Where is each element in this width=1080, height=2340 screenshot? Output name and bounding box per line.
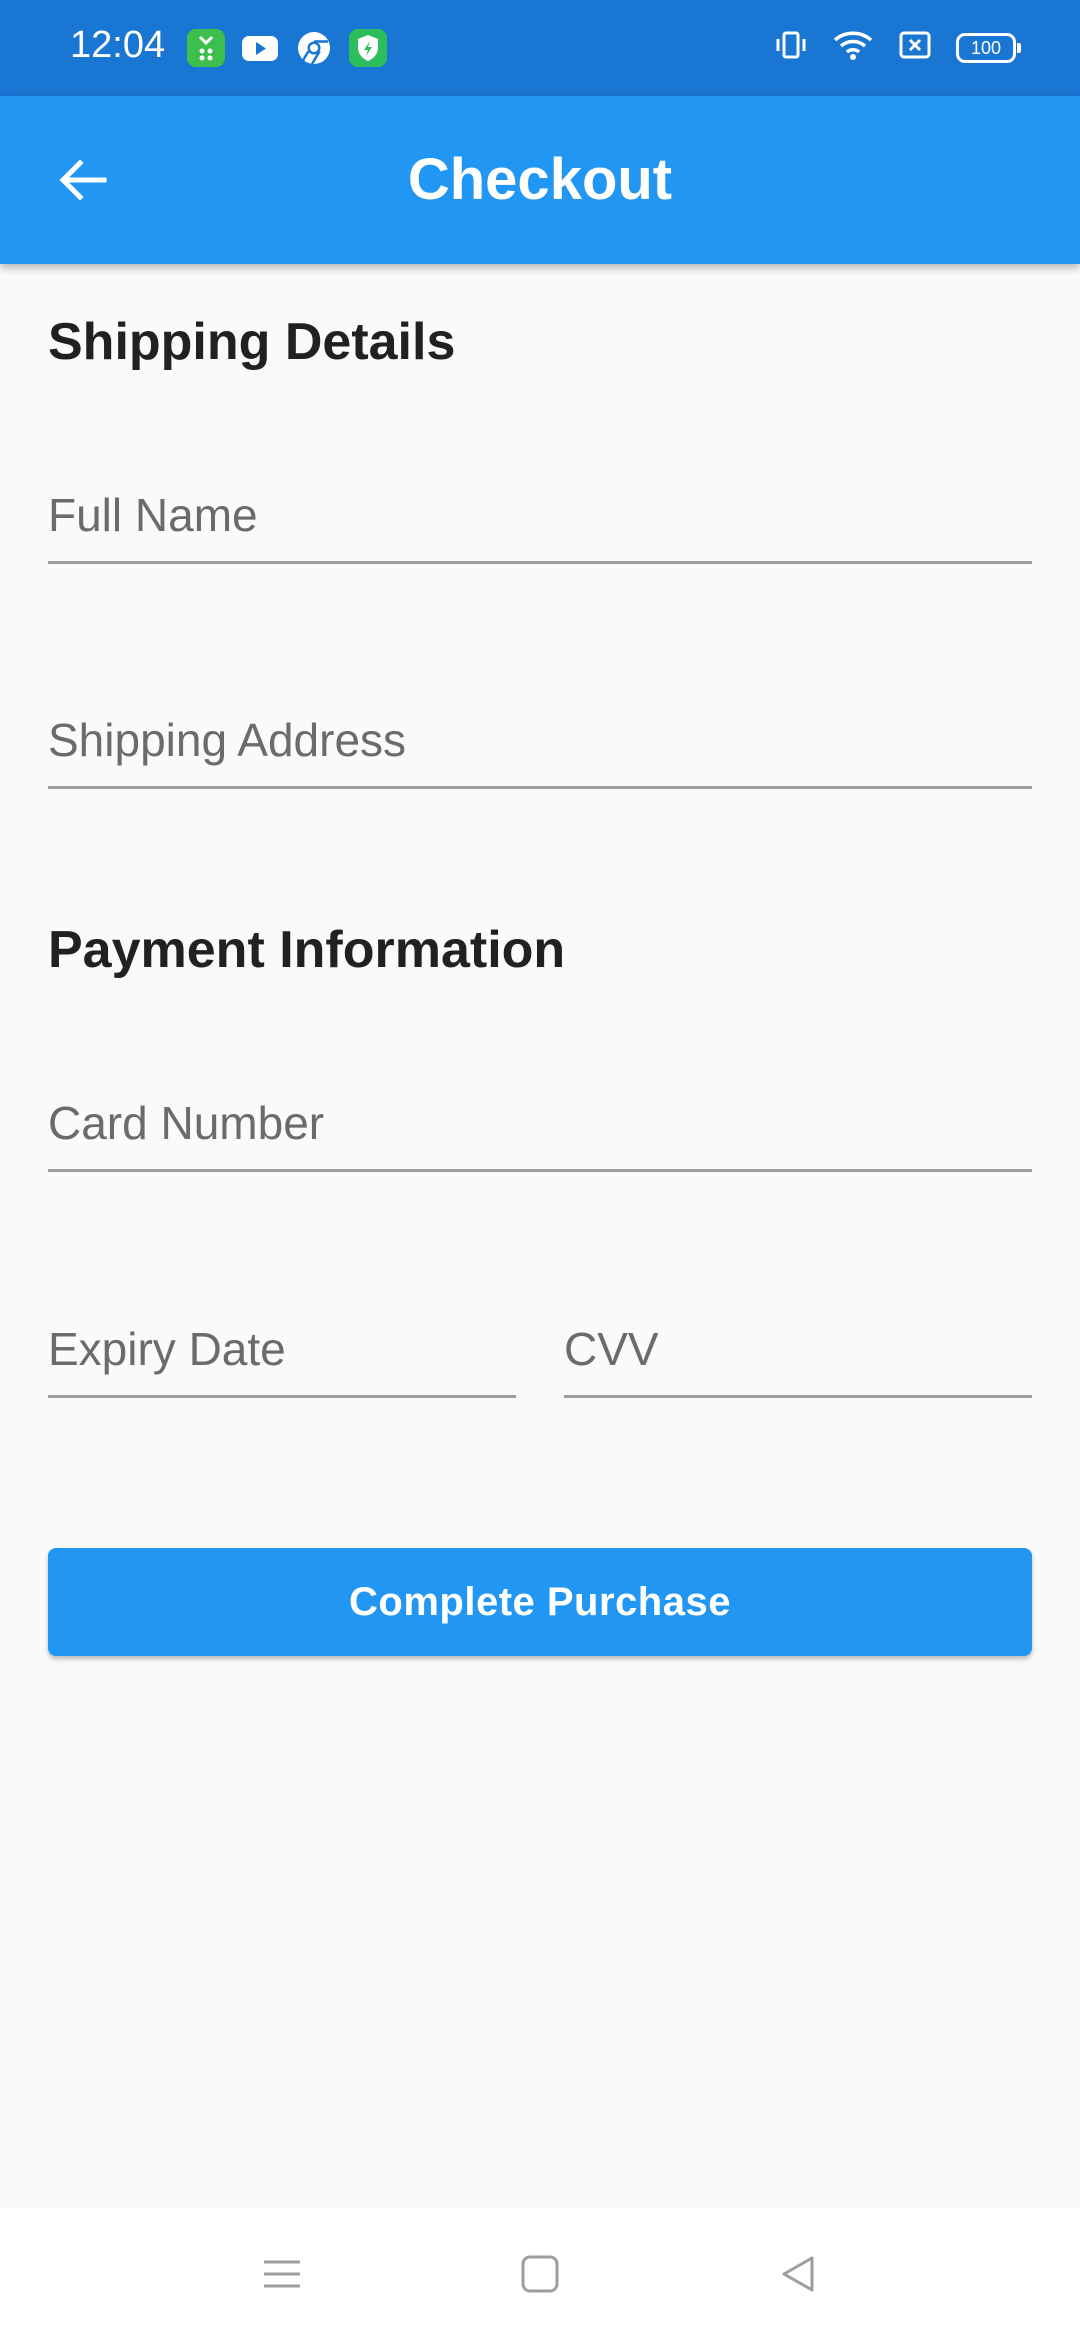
cvv-field[interactable] bbox=[564, 1298, 1032, 1398]
home-button[interactable] bbox=[510, 2246, 570, 2306]
card-number-input[interactable] bbox=[48, 1072, 1032, 1169]
status-system-icons: 100 bbox=[774, 28, 1021, 67]
home-square-icon bbox=[518, 2252, 562, 2301]
vibrate-icon bbox=[774, 28, 808, 67]
youtube-icon bbox=[241, 29, 279, 67]
shield-app-icon bbox=[349, 29, 387, 67]
expiry-date-input[interactable] bbox=[48, 1298, 516, 1395]
complete-purchase-button[interactable]: Complete Purchase bbox=[48, 1548, 1032, 1656]
payment-section-title: Payment Information bbox=[48, 921, 566, 979]
sim-off-icon bbox=[898, 28, 932, 67]
full-name-field[interactable] bbox=[48, 464, 1032, 564]
status-app-icons bbox=[187, 29, 387, 67]
status-bar: 12:04 100 bbox=[0, 0, 1080, 96]
menu-icon bbox=[260, 2252, 304, 2301]
cvv-input[interactable] bbox=[564, 1298, 1032, 1395]
shipping-address-field[interactable] bbox=[48, 689, 1032, 789]
menu-button[interactable] bbox=[252, 2246, 312, 2306]
shipping-address-input[interactable] bbox=[48, 689, 1032, 786]
expiry-date-field[interactable] bbox=[48, 1298, 516, 1398]
card-number-field[interactable] bbox=[48, 1072, 1032, 1172]
battery-icon: 100 bbox=[956, 32, 1021, 63]
status-time: 12:04 bbox=[70, 24, 166, 66]
nav-back-button[interactable] bbox=[768, 2246, 828, 2306]
system-nav-bar bbox=[0, 2208, 1080, 2340]
back-triangle-icon bbox=[776, 2252, 820, 2301]
app-bar: Checkout bbox=[0, 96, 1080, 264]
battery-level: 100 bbox=[970, 37, 1002, 58]
chrome-icon bbox=[295, 29, 333, 67]
wifi-icon bbox=[832, 28, 874, 67]
full-name-input[interactable] bbox=[48, 464, 1032, 561]
shipping-section-title: Shipping Details bbox=[48, 313, 456, 371]
app-icon-green bbox=[187, 29, 225, 67]
page-title: Checkout bbox=[407, 147, 673, 212]
